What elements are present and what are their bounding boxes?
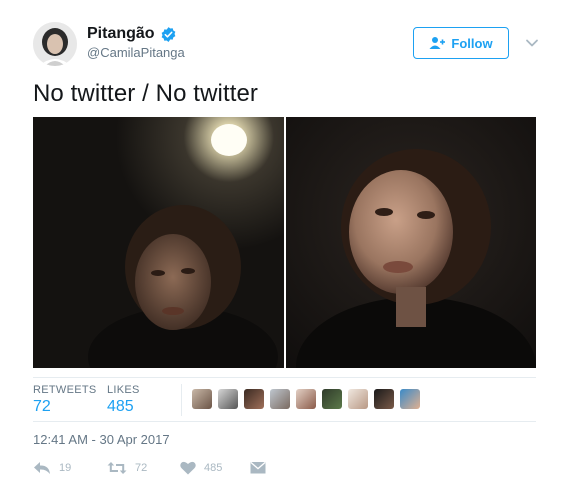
tweet-media[interactable] <box>33 117 536 368</box>
reply-count: 19 <box>59 462 72 474</box>
liker-avatar[interactable] <box>348 389 368 409</box>
likes-label: LIKES <box>107 384 140 396</box>
reply-icon <box>34 462 50 474</box>
liker-avatar[interactable] <box>270 389 290 409</box>
liker-avatar[interactable] <box>374 389 394 409</box>
envelope-icon <box>250 461 266 474</box>
display-name[interactable]: Pitangão <box>87 25 155 43</box>
like-button[interactable]: 485 <box>180 461 222 475</box>
avatar-image <box>33 22 77 66</box>
liker-avatar[interactable] <box>322 389 342 409</box>
add-user-icon <box>429 37 446 49</box>
retweets-label: RETWEETS <box>33 384 97 396</box>
retweet-icon <box>107 462 127 474</box>
follow-button-label: Follow <box>451 35 493 51</box>
liker-avatar[interactable] <box>296 389 316 409</box>
media-photo-1[interactable] <box>33 117 284 368</box>
liked-by-avatars <box>192 389 420 409</box>
retweet-button[interactable]: 72 <box>107 461 147 475</box>
follow-button[interactable]: Follow <box>413 27 509 59</box>
photo-image <box>33 117 284 368</box>
liker-avatar[interactable] <box>400 389 420 409</box>
likes-count: 485 <box>107 398 134 415</box>
tweet-timestamp[interactable]: 12:41 AM - 30 Apr 2017 <box>33 432 170 447</box>
tweet-text: No twitter / No twitter <box>33 80 259 107</box>
retweets-stat[interactable]: RETWEETS 72 <box>33 384 97 416</box>
stats-separator <box>181 384 182 416</box>
liker-avatar[interactable] <box>244 389 264 409</box>
chevron-down-icon[interactable] <box>525 36 539 50</box>
divider <box>33 377 536 378</box>
likes-stat[interactable]: LIKES 485 <box>107 384 140 416</box>
divider <box>33 421 536 422</box>
media-photo-2[interactable] <box>286 117 536 368</box>
heart-icon <box>180 461 196 475</box>
verified-badge-icon <box>161 26 175 42</box>
liker-avatar[interactable] <box>192 389 212 409</box>
direct-message-button[interactable] <box>250 461 266 475</box>
avatar[interactable] <box>33 22 77 66</box>
retweets-count: 72 <box>33 398 51 415</box>
user-name-row[interactable]: Pitangão <box>87 25 177 43</box>
photo-image <box>286 117 536 368</box>
reply-button[interactable]: 19 <box>33 461 71 475</box>
user-handle[interactable]: @CamilaPitanga <box>87 45 185 60</box>
like-count: 485 <box>204 462 223 474</box>
retweet-count: 72 <box>135 462 148 474</box>
liker-avatar[interactable] <box>218 389 238 409</box>
